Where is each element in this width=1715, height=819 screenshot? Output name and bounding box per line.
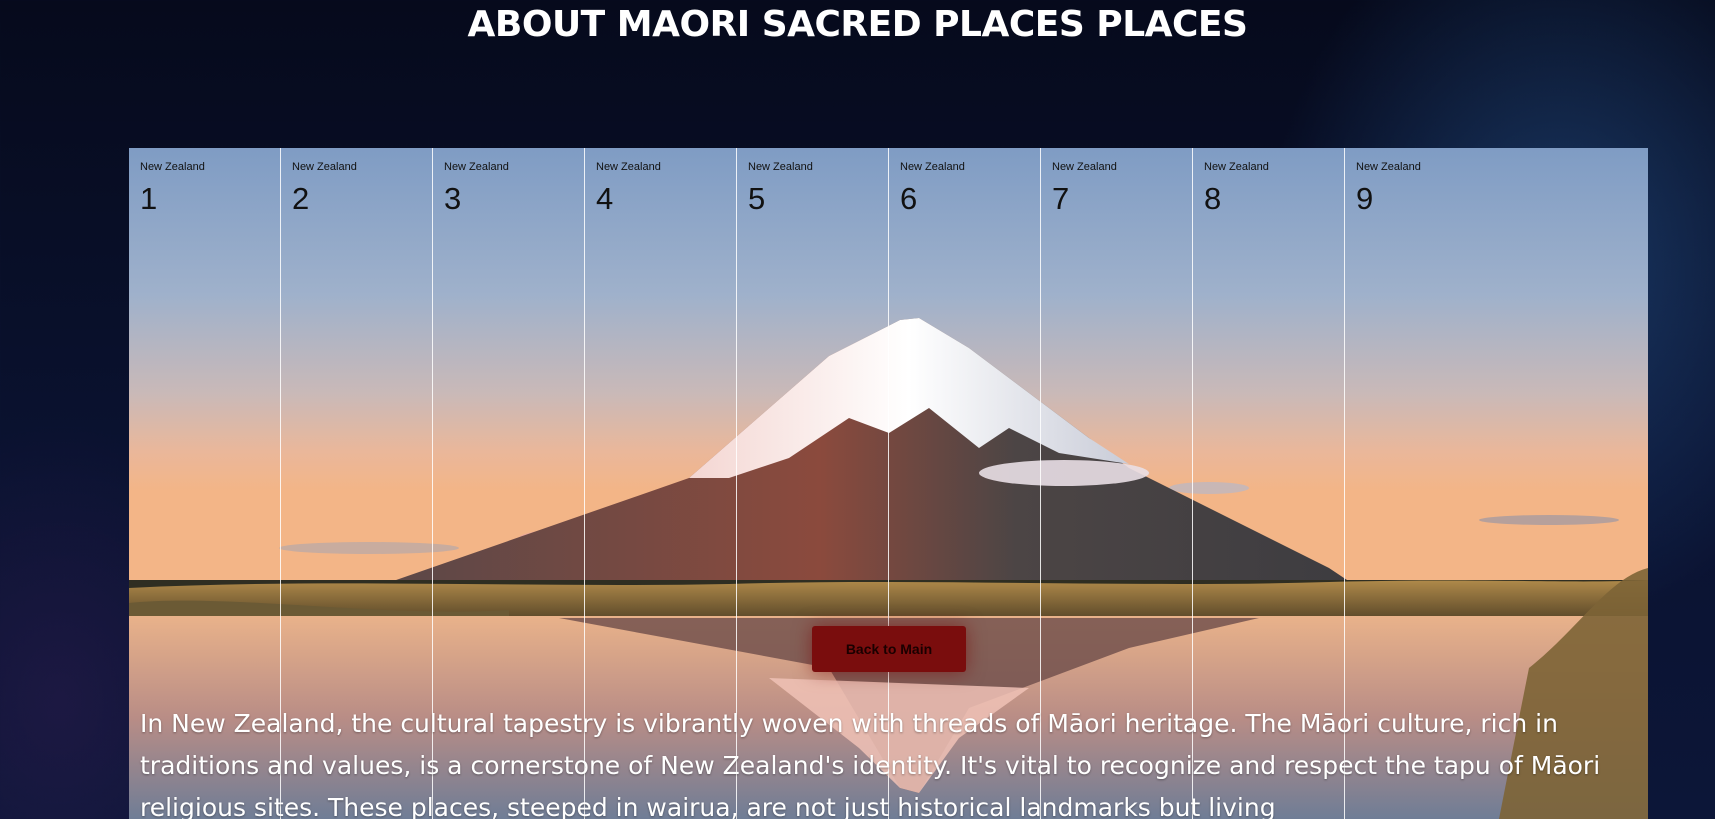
column-number: 1 bbox=[140, 181, 158, 216]
column-number: 6 bbox=[900, 181, 918, 216]
column-country-label: New Zealand bbox=[1204, 161, 1269, 173]
column-number: 5 bbox=[748, 181, 766, 216]
column-number: 7 bbox=[1052, 181, 1070, 216]
column-country-label: New Zealand bbox=[1356, 161, 1421, 173]
column-country-label: New Zealand bbox=[444, 161, 509, 173]
column-country-label: New Zealand bbox=[140, 161, 205, 173]
back-to-main-button[interactable]: Back to Main bbox=[812, 626, 966, 672]
column-number: 9 bbox=[1356, 181, 1374, 216]
column-number: 8 bbox=[1204, 181, 1222, 216]
column-country-label: New Zealand bbox=[748, 161, 813, 173]
page-title: ABOUT MAORI SACRED PLACES PLACES bbox=[467, 4, 1248, 45]
column-country-label: New Zealand bbox=[1052, 161, 1117, 173]
column-country-label: New Zealand bbox=[292, 161, 357, 173]
column-number: 2 bbox=[292, 181, 310, 216]
intro-paragraph: In New Zealand, the cultural tapestry is… bbox=[140, 709, 1601, 819]
column-number: 3 bbox=[444, 181, 462, 216]
column-number: 4 bbox=[596, 181, 614, 216]
column-country-label: New Zealand bbox=[900, 161, 965, 173]
column-country-label: New Zealand bbox=[596, 161, 661, 173]
